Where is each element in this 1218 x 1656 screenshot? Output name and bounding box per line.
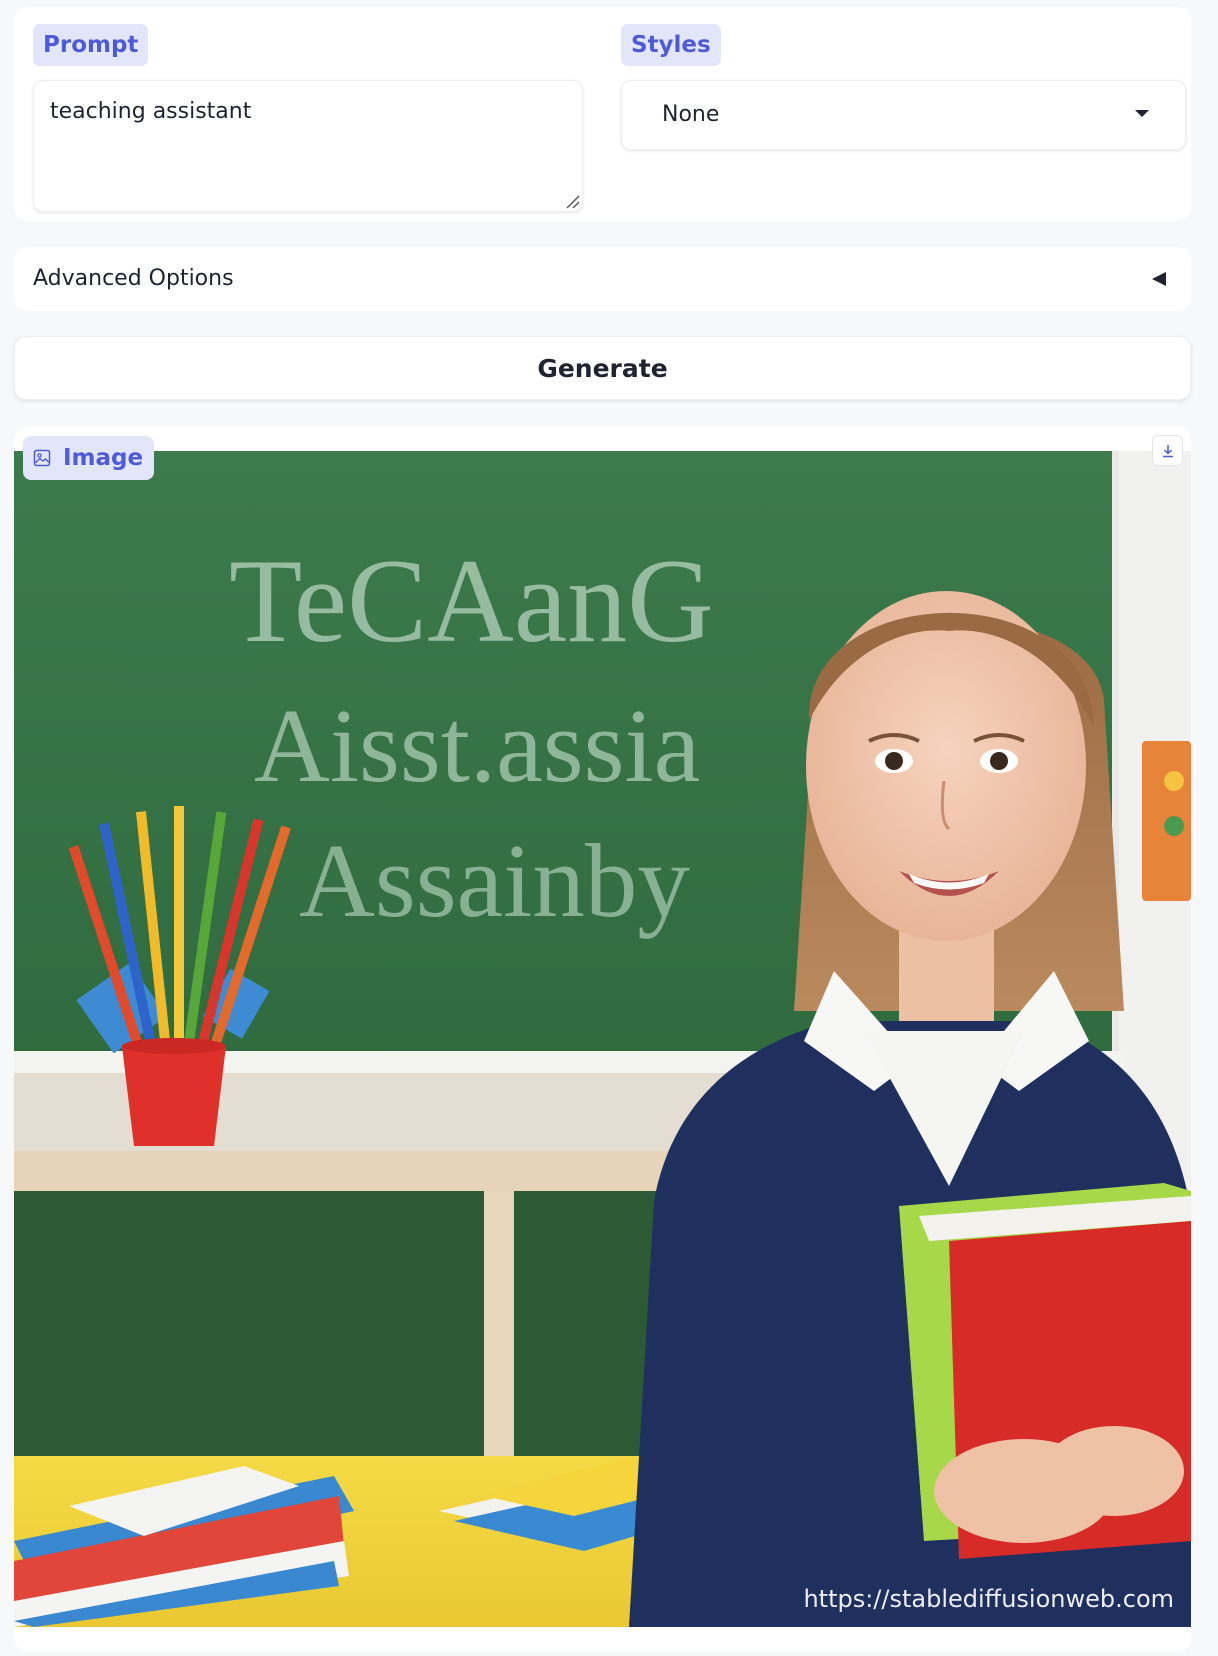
- prompt-panel: Prompt teaching assistant Styles None: [14, 7, 1191, 221]
- styles-selected-value: None: [662, 102, 720, 127]
- image-label-text: Image: [63, 445, 144, 471]
- resize-grip-icon[interactable]: [564, 193, 580, 209]
- advanced-options-label: Advanced Options: [33, 266, 234, 291]
- generated-image: TeCAanG Aisst.assia Assainby https://sta…: [14, 451, 1191, 1627]
- download-button[interactable]: [1152, 435, 1183, 466]
- watermark-text: https://stablediffusionweb.com: [803, 1585, 1174, 1613]
- styles-dropdown[interactable]: None: [621, 80, 1186, 150]
- advanced-options-accordion[interactable]: Advanced Options: [14, 247, 1191, 311]
- image-output-panel: Image TeCAanG Aisst.assia Assainby https…: [14, 426, 1191, 1652]
- prompt-input[interactable]: teaching assistant: [33, 80, 583, 212]
- prompt-label: Prompt: [33, 24, 149, 66]
- image-icon: [33, 449, 51, 467]
- generate-button[interactable]: Generate: [14, 336, 1191, 400]
- chalkboard-line-2: Aisst.assia: [254, 687, 700, 804]
- image-label: Image: [23, 436, 155, 480]
- download-icon: [1162, 444, 1173, 457]
- styles-label: Styles: [621, 24, 721, 66]
- chalkboard-line-3: Assainby: [299, 822, 690, 939]
- chalkboard-line-1: TeCAanG: [229, 534, 714, 667]
- caret-down-icon: [1135, 110, 1149, 117]
- caret-left-icon: [1152, 272, 1166, 286]
